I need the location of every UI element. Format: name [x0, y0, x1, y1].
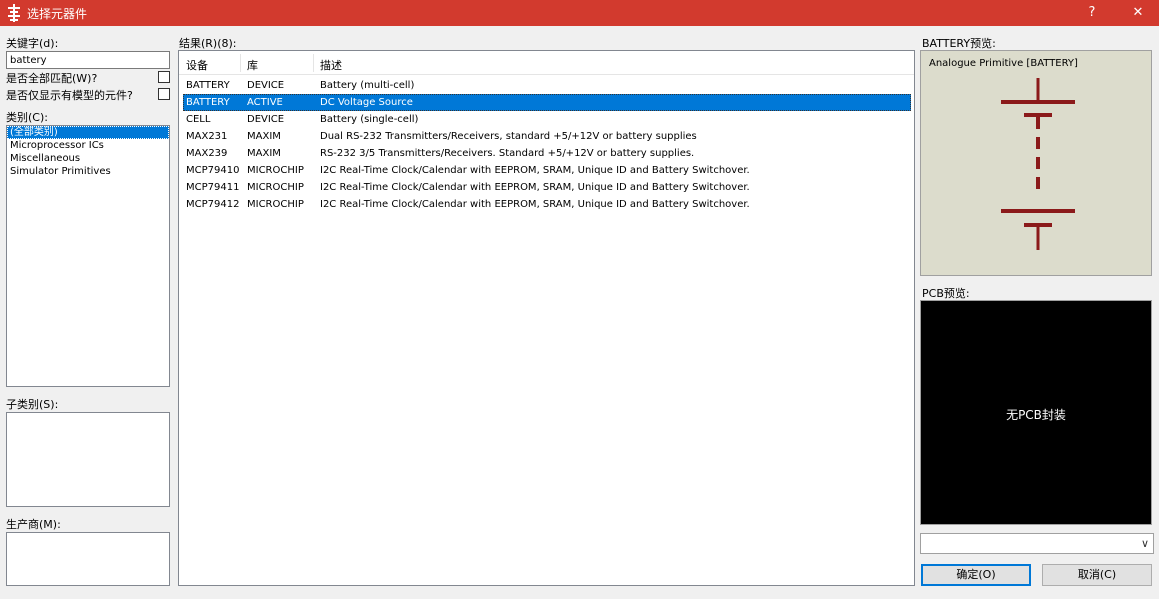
match-all-checkbox[interactable]	[158, 71, 170, 83]
models-only-row[interactable]: 是否仅显示有模型的元件?	[6, 86, 172, 102]
battery-symbol-icon	[1001, 78, 1075, 250]
subcategory-label: 子类别(S):	[6, 398, 59, 411]
cell-device: MAX231	[186, 131, 228, 142]
header-device[interactable]: 设备	[186, 57, 208, 73]
app-icon	[8, 4, 20, 22]
results-table[interactable]: 设备 库 描述 BATTERY DEVICE Battery (multi-ce…	[178, 50, 915, 586]
cell-device: CELL	[186, 114, 211, 125]
category-item[interactable]: Simulator Primitives	[7, 165, 169, 178]
match-all-label: 是否全部匹配(W)?	[6, 72, 98, 85]
keyword-input[interactable]	[6, 51, 170, 69]
pcb-preview-label: PCB预览:	[922, 287, 970, 300]
cell-device: BATTERY	[186, 97, 230, 108]
category-item[interactable]: Miscellaneous	[7, 152, 169, 165]
battery-preview-label: BATTERY预览:	[922, 37, 996, 50]
manufacturer-list[interactable]	[6, 532, 170, 586]
category-item[interactable]: (全部类别)	[7, 126, 169, 139]
header-library[interactable]: 库	[247, 57, 258, 73]
category-label: 类别(C):	[6, 111, 48, 124]
cell-description: I2C Real-Time Clock/Calendar with EEPROM…	[320, 199, 750, 210]
table-row[interactable]: MCP79410 MICROCHIP I2C Real-Time Clock/C…	[183, 162, 911, 179]
cell-library: MAXIM	[247, 148, 281, 159]
ok-button[interactable]: 确定(O)	[921, 564, 1031, 586]
keyword-label: 关键字(d):	[6, 37, 59, 50]
cell-device: BATTERY	[186, 80, 230, 91]
cell-device: MCP79412	[186, 199, 240, 210]
models-only-label: 是否仅显示有模型的元件?	[6, 89, 133, 102]
chevron-down-icon: ∨	[1140, 537, 1149, 550]
results-label: 结果(R)(8):	[179, 37, 237, 50]
window-title: 选择元器件	[27, 7, 88, 21]
cell-description: Battery (single-cell)	[320, 114, 419, 125]
header-description[interactable]: 描述	[320, 57, 342, 73]
no-pcb-text: 无PCB封装	[1006, 408, 1066, 422]
category-item[interactable]: Microprocessor ICs	[7, 139, 169, 152]
cell-device: MCP79411	[186, 182, 240, 193]
cell-library: MICROCHIP	[247, 199, 304, 210]
cell-library: DEVICE	[247, 80, 285, 91]
cell-description: I2C Real-Time Clock/Calendar with EEPROM…	[320, 182, 750, 193]
table-row[interactable]: BATTERY ACTIVE DC Voltage Source	[183, 94, 911, 111]
cancel-button[interactable]: 取消(C)	[1042, 564, 1152, 586]
cell-description: Battery (multi-cell)	[320, 80, 415, 91]
cell-library: MICROCHIP	[247, 182, 304, 193]
schematic-preview: Analogue Primitive [BATTERY]	[920, 50, 1152, 276]
cell-library: MAXIM	[247, 131, 281, 142]
table-row[interactable]: BATTERY DEVICE Battery (multi-cell)	[183, 77, 911, 94]
cell-device: MAX239	[186, 148, 228, 159]
title-bar: 选择元器件 ? ✕	[0, 0, 1159, 26]
match-all-row[interactable]: 是否全部匹配(W)?	[6, 69, 172, 85]
cell-device: MCP79410	[186, 165, 240, 176]
table-row[interactable]: MAX231 MAXIM Dual RS-232 Transmitters/Re…	[183, 128, 911, 145]
results-header: 设备 库 描述	[179, 51, 914, 75]
cell-description: I2C Real-Time Clock/Calendar with EEPROM…	[320, 165, 750, 176]
cell-description: Dual RS-232 Transmitters/Receivers, stan…	[320, 131, 697, 142]
cell-library: MICROCHIP	[247, 165, 304, 176]
cell-library: DEVICE	[247, 114, 285, 125]
pcb-preview: 无PCB封装	[920, 300, 1152, 525]
manufacturer-label: 生产商(M):	[6, 518, 61, 531]
package-dropdown[interactable]: ∨	[920, 533, 1154, 554]
table-row[interactable]: MCP79411 MICROCHIP I2C Real-Time Clock/C…	[183, 179, 911, 196]
cell-description: RS-232 3/5 Transmitters/Receivers. Stand…	[320, 148, 695, 159]
column-divider[interactable]	[240, 54, 241, 72]
subcategory-list[interactable]	[6, 412, 170, 507]
table-row[interactable]: MAX239 MAXIM RS-232 3/5 Transmitters/Rec…	[183, 145, 911, 162]
cell-description: DC Voltage Source	[320, 97, 413, 108]
help-button[interactable]: ?	[1072, 0, 1112, 26]
cell-library: ACTIVE	[247, 97, 283, 108]
models-only-checkbox[interactable]	[158, 88, 170, 100]
category-list[interactable]: (全部类别) Microprocessor ICs Miscellaneous …	[6, 125, 170, 387]
table-row[interactable]: MCP79412 MICROCHIP I2C Real-Time Clock/C…	[183, 196, 911, 213]
table-row[interactable]: CELL DEVICE Battery (single-cell)	[183, 111, 911, 128]
column-divider[interactable]	[313, 54, 314, 72]
close-button[interactable]: ✕	[1118, 0, 1158, 26]
